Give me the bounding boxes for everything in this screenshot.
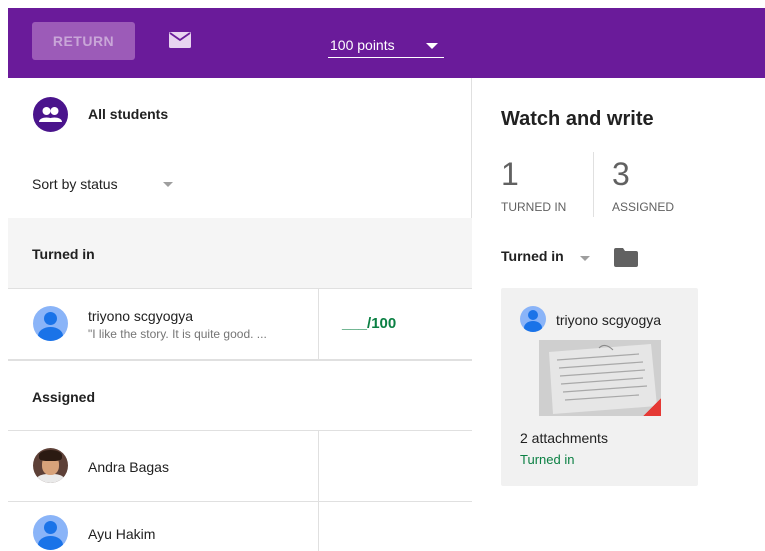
grade-field[interactable]: ___/100 [342, 315, 396, 332]
section-header-turned-in: Turned in [8, 218, 472, 289]
student-row[interactable]: triyono scgyogya "I like the story. It i… [8, 289, 472, 360]
status-filter-dropdown[interactable]: Turned in [501, 248, 564, 264]
filter-arrow-icon[interactable] [580, 256, 590, 261]
all-students-label: All students [88, 106, 169, 122]
column-divider [318, 289, 319, 359]
assigned-count: 3 [612, 156, 630, 192]
avatar [33, 306, 68, 341]
avatar [33, 515, 68, 550]
card-student-name: triyono scgyogya [556, 312, 662, 328]
group-icon [33, 97, 68, 132]
section-label: Turned in [32, 246, 95, 262]
assigned-label: ASSIGNED [612, 200, 675, 214]
attachments-count: 2 attachments [520, 430, 608, 446]
points-dropdown[interactable]: 100 points [328, 30, 444, 58]
dropdown-arrow-icon [426, 43, 438, 49]
all-students-row[interactable]: All students [8, 78, 472, 148]
submission-status: Turned in [520, 452, 575, 467]
attachment-thumbnail[interactable] [539, 340, 661, 416]
section-header-assigned: Assigned [8, 360, 472, 431]
assignment-title: Watch and write [501, 108, 654, 130]
student-name: Ayu Hakim [88, 526, 156, 542]
points-value: 100 points [330, 37, 395, 53]
top-toolbar: RETURN 100 points [8, 8, 765, 78]
folder-icon[interactable] [614, 248, 638, 267]
turned-in-count: 1 [501, 156, 519, 192]
assigned-stat: 3 ASSIGNED [612, 158, 674, 214]
turned-in-label: TURNED IN [501, 200, 567, 214]
turned-in-stat: 1 TURNED IN [501, 158, 566, 214]
student-name: triyono scgyogya [88, 308, 194, 324]
stat-divider [593, 152, 594, 217]
file-type-badge-icon [643, 398, 661, 416]
section-label: Assigned [32, 389, 96, 405]
student-comment: "I like the story. It is quite good. ... [88, 327, 267, 341]
column-divider [318, 431, 319, 501]
avatar [33, 448, 68, 483]
student-row[interactable]: Andra Bagas [8, 431, 472, 502]
sort-label: Sort by status [32, 176, 118, 192]
sort-dropdown[interactable]: Sort by status [8, 148, 472, 218]
mail-icon[interactable] [169, 32, 191, 48]
column-divider [318, 502, 319, 551]
sort-arrow-icon [163, 182, 173, 187]
student-row[interactable]: Ayu Hakim [8, 502, 472, 551]
return-button[interactable]: RETURN [32, 22, 135, 60]
student-list-panel: All students Sort by status Turned in tr… [8, 78, 472, 551]
student-name: Andra Bagas [88, 459, 169, 475]
avatar [520, 306, 546, 332]
submission-card[interactable]: triyono scgyogya 2 attachments Turned in [501, 288, 698, 486]
